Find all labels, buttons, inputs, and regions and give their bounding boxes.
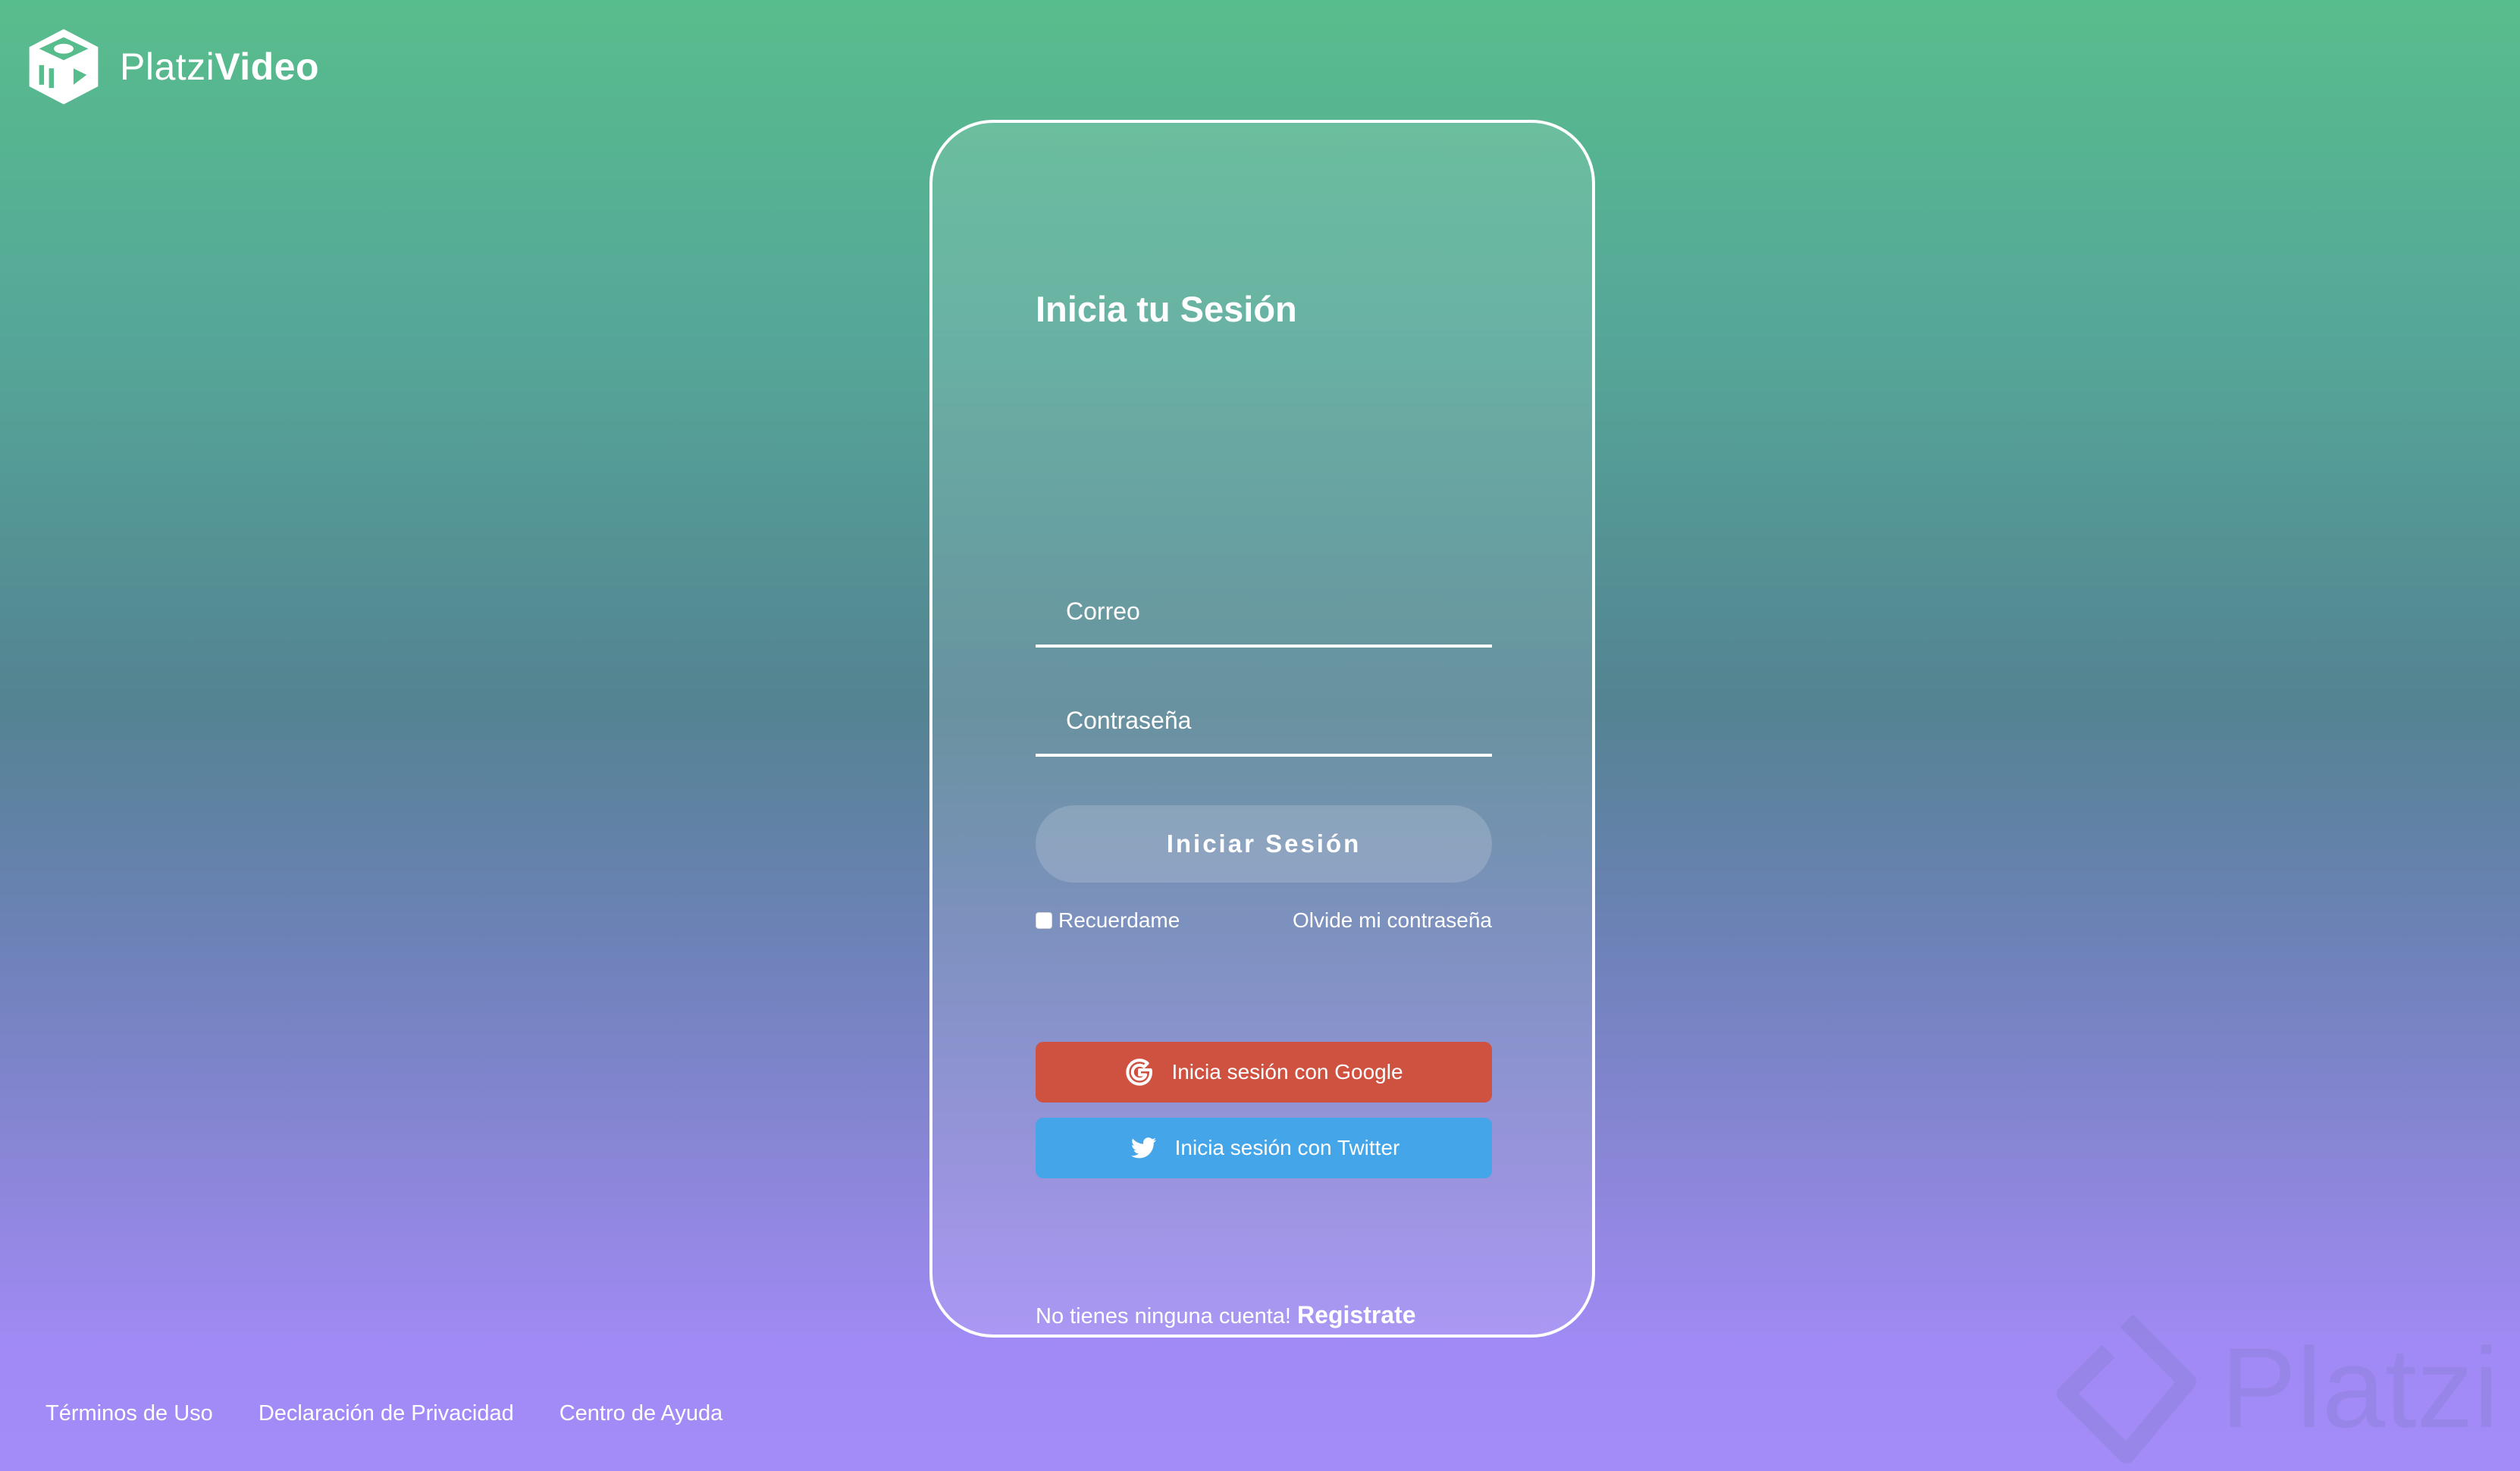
privacy-link[interactable]: Declaración de Privacidad [259,1401,514,1426]
footer-links: Términos de Uso Declaración de Privacida… [45,1401,722,1426]
platzi-video-logo-icon [29,29,99,105]
login-options: Recuerdame Olvide mi contraseña [1036,908,1492,933]
password-input[interactable] [1066,706,1492,735]
platzi-watermark: Platzi [2051,1312,2499,1463]
no-account-text: No tienes ninguna cuenta! [1036,1304,1291,1328]
terms-link[interactable]: Términos de Uso [45,1401,213,1426]
login-card: Inicia tu Sesión Iniciar Sesión Recuerda… [929,120,1595,1338]
brand-logo[interactable]: PlatziVideo [23,26,319,108]
twitter-login-label: Inicia sesión con Twitter [1174,1136,1400,1159]
twitter-icon [1130,1137,1156,1159]
register-link[interactable]: Registrate [1297,1301,1416,1328]
google-icon [1126,1059,1153,1086]
email-input[interactable] [1066,597,1492,626]
password-field[interactable] [1036,687,1492,757]
remember-me[interactable]: Recuerdame [1036,908,1180,933]
google-login-button[interactable]: Inicia sesión con Google [1036,1042,1492,1102]
help-center-link[interactable]: Centro de Ayuda [559,1401,723,1426]
remember-label: Recuerdame [1058,908,1180,932]
brand-name: PlatziVideo [120,45,319,89]
login-button[interactable]: Iniciar Sesión [1036,805,1492,883]
email-field[interactable] [1036,578,1492,648]
twitter-login-button[interactable]: Inicia sesión con Twitter [1036,1118,1492,1178]
platzi-watermark-icon [2057,1314,2197,1463]
forgot-password-link[interactable]: Olvide mi contraseña [1293,908,1492,933]
brand-name-bold: Video [215,45,319,88]
login-title: Inicia tu Sesión [1036,289,1297,329]
remember-checkbox[interactable] [1036,912,1052,929]
brand-name-light: Platzi [120,45,215,88]
watermark-text: Platzi [2221,1323,2499,1451]
register-prompt: No tienes ninguna cuenta! Registrate [1036,1301,1416,1329]
google-login-label: Inicia sesión con Google [1171,1060,1403,1084]
